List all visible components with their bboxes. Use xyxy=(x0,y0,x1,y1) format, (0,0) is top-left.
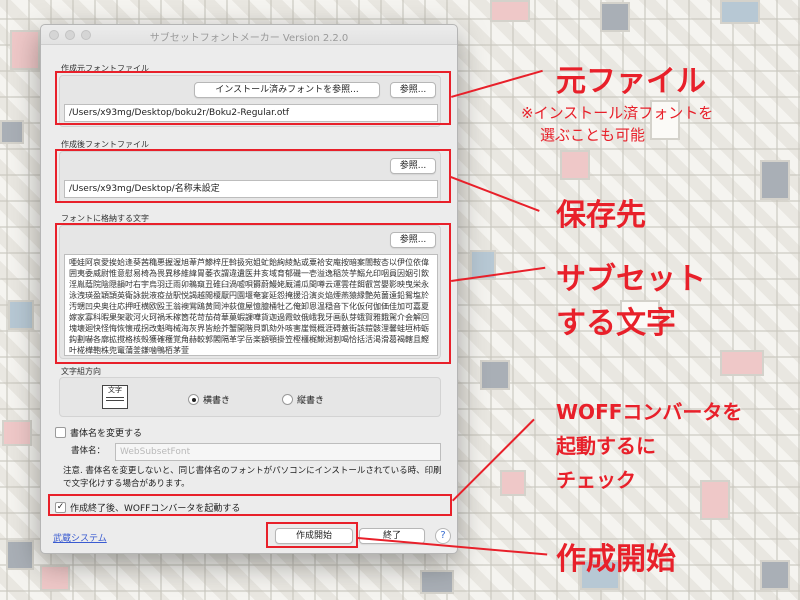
vertical-radio[interactable]: 縦書き xyxy=(282,393,324,406)
characters-highlight xyxy=(55,223,451,364)
help-icon[interactable]: ? xyxy=(435,528,451,544)
wallpaper-tile xyxy=(720,350,764,376)
window-title: サブセットフォントメーカー Version 2.2.0 xyxy=(149,33,349,44)
wallpaper-tile xyxy=(420,570,454,594)
typeface-name-label: 書体名： xyxy=(71,446,106,456)
horizontal-text-icon: 文字 xyxy=(102,385,128,409)
source-connector xyxy=(451,69,543,98)
output-highlight xyxy=(55,149,451,203)
wallpaper-tile xyxy=(10,30,40,70)
musashi-system-link[interactable]: 武蔵システム xyxy=(53,531,107,544)
rename-checkbox-box[interactable] xyxy=(55,427,66,438)
subset-connector xyxy=(451,266,546,282)
wallpaper-tile xyxy=(560,150,590,180)
horizontal-radio[interactable]: 横書き xyxy=(188,393,230,406)
wallpaper-tile xyxy=(6,540,34,570)
callout-woff-1: WOFFコンバータを xyxy=(556,400,743,424)
callout-woff-3: チェック xyxy=(556,468,636,492)
callout-subset-2: する文字 xyxy=(556,306,676,341)
vertical-radio-dot[interactable] xyxy=(282,394,293,405)
wallpaper-tile xyxy=(720,0,760,24)
callout-output: 保存先 xyxy=(556,198,646,233)
horizontal-radio-dot[interactable] xyxy=(188,394,199,405)
woff-highlight xyxy=(48,494,452,516)
wallpaper-tile xyxy=(760,160,790,200)
callout-source: 元ファイル xyxy=(556,64,706,99)
horizontal-radio-label: 横書き xyxy=(203,396,231,406)
callout-start: 作成開始 xyxy=(556,542,676,577)
callout-source-note-2: 選ぶことも可能 xyxy=(540,126,646,144)
wallpaper-tile xyxy=(600,2,630,32)
callout-subset-1: サブセット xyxy=(556,262,706,297)
vertical-radio-label: 縦書き xyxy=(297,396,325,406)
direction-label: 文字組方向 xyxy=(61,367,101,376)
wallpaper-tile xyxy=(0,120,24,144)
source-highlight xyxy=(55,71,451,125)
wallpaper-tile xyxy=(480,360,510,390)
horizontal-text-icon-line xyxy=(106,400,124,401)
wallpaper-tile xyxy=(760,560,790,590)
wallpaper-tile xyxy=(700,480,730,520)
rename-checkbox-label: 書体名を変更する xyxy=(70,429,143,439)
wallpaper-tile xyxy=(2,420,32,446)
callout-woff-2: 起動するに xyxy=(556,434,656,458)
callout-source-note-1: ※インストール済フォントを xyxy=(521,104,714,122)
wallpaper-tile xyxy=(8,300,34,330)
horizontal-text-icon-line xyxy=(106,397,124,398)
horizontal-text-icon-label: 文字 xyxy=(108,386,122,394)
wallpaper-tile xyxy=(40,565,70,591)
output-connector xyxy=(450,176,540,212)
direction-group: 文字 横書き 縦書き xyxy=(59,377,441,417)
wallpaper-tile xyxy=(500,470,526,496)
rename-checkbox[interactable]: 書体名を変更する xyxy=(55,426,142,439)
wallpaper-tile xyxy=(490,0,530,22)
title-bar: サブセットフォントメーカー Version 2.2.0 xyxy=(41,25,457,45)
typeface-name-field[interactable]: WebSubsetFont xyxy=(115,443,441,461)
rename-note: 注意. 書体名を変更しないと、同じ書体名のフォントがパソコンにインストールされて… xyxy=(63,466,442,489)
start-highlight xyxy=(266,522,358,548)
